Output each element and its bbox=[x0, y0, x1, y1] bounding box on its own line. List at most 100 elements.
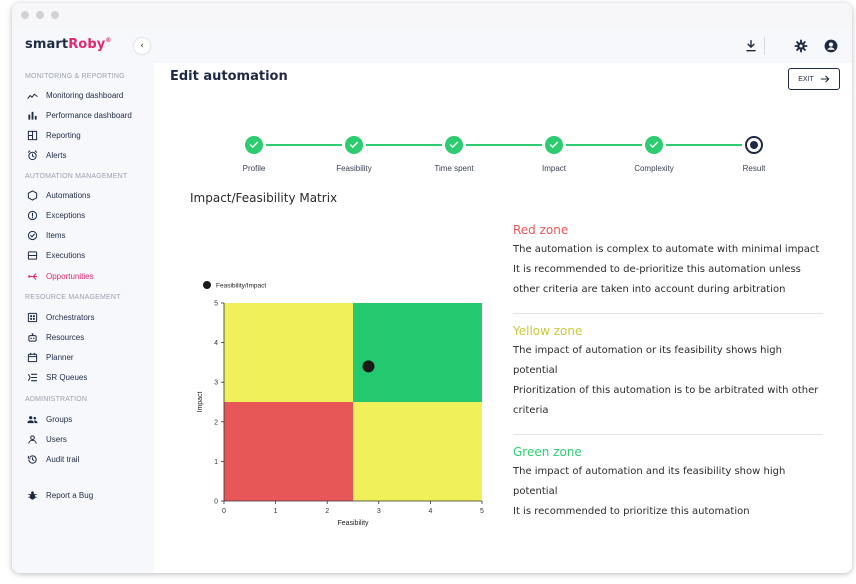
step-label: Feasibility bbox=[336, 164, 372, 173]
gear-icon[interactable] bbox=[794, 39, 808, 53]
check-icon bbox=[649, 141, 659, 148]
zone-description: Prioritization of this automation is to … bbox=[513, 385, 819, 416]
sidebar-collapse-button[interactable]: ‹ bbox=[134, 38, 150, 54]
page-title: Edit automation bbox=[170, 69, 288, 84]
step-result[interactable] bbox=[745, 136, 763, 154]
topbar-divider bbox=[764, 37, 765, 55]
step-connector bbox=[466, 144, 542, 146]
exit-button-label: EXIT bbox=[798, 75, 814, 83]
legend-marker bbox=[203, 281, 211, 289]
y-tick-label: 5 bbox=[214, 301, 218, 308]
bar-chart-icon bbox=[28, 111, 37, 120]
report-bug-label: Report a Bug bbox=[46, 490, 94, 500]
step-label: Impact bbox=[541, 164, 566, 173]
step-connector bbox=[666, 144, 742, 146]
sidebar-item-resources[interactable]: Resources bbox=[27, 329, 84, 345]
step-label: Result bbox=[742, 164, 766, 173]
sidebar-item-label: Automations bbox=[46, 190, 91, 200]
sidebar-item-users[interactable]: Users bbox=[27, 431, 67, 447]
sidebar-item-label: Resources bbox=[46, 332, 85, 342]
arrow-right-icon bbox=[820, 75, 830, 83]
zone-title-green-zone: Green zone bbox=[513, 445, 582, 459]
zone-divider bbox=[513, 313, 823, 314]
sidebar-item-executions[interactable]: Executions bbox=[27, 248, 85, 264]
robot-icon bbox=[28, 333, 37, 342]
chart-zone-1 bbox=[353, 303, 482, 402]
check-icon bbox=[449, 141, 459, 148]
step-impact[interactable] bbox=[545, 136, 563, 154]
x-tick-label: 0 bbox=[222, 508, 226, 515]
app-logo[interactable]: smartRoby® bbox=[25, 37, 111, 52]
server-icon bbox=[27, 251, 38, 261]
sidebar-item-label: Items bbox=[46, 231, 66, 241]
layout-icon bbox=[27, 130, 38, 141]
sidebar-section-title: MONITORING & REPORTING bbox=[25, 73, 125, 80]
report-bug-link[interactable]: Report a Bug bbox=[27, 487, 93, 503]
sidebar-item-performance-dashboard[interactable]: Performance dashboard bbox=[27, 107, 132, 123]
calendar-icon bbox=[27, 353, 38, 363]
sidebar-item-exceptions[interactable]: Exceptions bbox=[27, 207, 85, 223]
account-icon[interactable] bbox=[824, 39, 838, 53]
sidebar-item-orchestrators[interactable]: Orchestrators bbox=[27, 309, 94, 325]
app-window: smartRoby® ‹ MONITORING & REPORTING Monit… bbox=[12, 3, 852, 573]
sidebar-item-automations[interactable]: Automations bbox=[27, 187, 90, 203]
x-tick-label: 3 bbox=[377, 508, 381, 515]
y-tick-label: 0 bbox=[214, 499, 218, 506]
sidebar-item-audit-trail[interactable]: Audit trail bbox=[27, 452, 79, 468]
bug-icon bbox=[28, 490, 37, 500]
data-point-0-0 bbox=[362, 360, 375, 373]
sidebar-item-planner[interactable]: Planner bbox=[27, 350, 74, 366]
sidebar: smartRoby® ‹ MONITORING & REPORTING Monit… bbox=[12, 27, 154, 573]
exit-button[interactable]: EXIT bbox=[788, 68, 840, 90]
progress-stepper: Profile Feasibility Time spent Impact Comple… bbox=[154, 133, 852, 173]
y-tick-label: 3 bbox=[214, 380, 218, 387]
history-icon bbox=[27, 455, 37, 464]
hexagon-icon bbox=[27, 189, 38, 201]
window-titlebar bbox=[12, 3, 852, 27]
x-axis-label: Feasibility bbox=[337, 520, 369, 527]
sidebar-item-label: Monitoring dashboard bbox=[46, 90, 124, 100]
zone-title-yellow-zone: Yellow zone bbox=[513, 324, 583, 338]
step-time-spent[interactable] bbox=[445, 136, 463, 154]
sidebar-item-label: Users bbox=[46, 434, 67, 444]
chart-zone-2 bbox=[224, 402, 353, 501]
sidebar-item-label: Opportunities bbox=[46, 271, 94, 281]
chart-zone-0 bbox=[224, 303, 353, 402]
sidebar-item-groups[interactable]: Groups bbox=[27, 411, 72, 427]
window-maximize-dot[interactable] bbox=[51, 11, 59, 19]
step-label: Profile bbox=[242, 164, 266, 173]
download-icon[interactable] bbox=[744, 39, 758, 53]
y-tick-label: 2 bbox=[214, 419, 218, 426]
sidebar-item-sr-queues[interactable]: SR Queues bbox=[27, 370, 87, 386]
y-axis-label: Impact bbox=[197, 391, 204, 412]
sidebar-item-label: Executions bbox=[46, 251, 86, 261]
check-icon bbox=[249, 141, 259, 148]
sidebar-item-reporting[interactable]: Reporting bbox=[27, 128, 81, 144]
sidebar-item-opportunities[interactable]: Opportunities bbox=[27, 268, 94, 284]
zone-divider bbox=[513, 434, 823, 435]
sidebar-item-items[interactable]: Items bbox=[27, 228, 66, 244]
step-profile[interactable] bbox=[245, 136, 263, 154]
check-icon bbox=[549, 141, 559, 148]
step-feasibility[interactable] bbox=[345, 136, 363, 154]
sidebar-section-title: ADMINISTRATION bbox=[25, 396, 88, 403]
sidebar-item-label: Planner bbox=[46, 353, 74, 363]
sidebar-item-label: SR Queues bbox=[46, 373, 88, 383]
sidebar-item-monitoring-dashboard[interactable]: Monitoring dashboard bbox=[27, 87, 123, 103]
sidebar-item-label: Exceptions bbox=[46, 210, 86, 220]
chart-zone-3 bbox=[353, 402, 482, 501]
window-close-dot[interactable] bbox=[21, 11, 29, 19]
main-content: Edit automation EXIT Profile Feasibility T… bbox=[154, 63, 852, 573]
y-tick-label: 4 bbox=[214, 340, 218, 347]
sidebar-section-title: AUTOMATION MANAGEMENT bbox=[25, 173, 128, 180]
y-tick-label: 1 bbox=[214, 459, 218, 466]
step-label: Complexity bbox=[634, 164, 674, 173]
step-connector bbox=[366, 144, 442, 146]
zone-description: It is recommended to de-prioritize this … bbox=[513, 264, 801, 295]
window-minimize-dot[interactable] bbox=[36, 11, 44, 19]
step-complexity[interactable] bbox=[645, 136, 663, 154]
sidebar-item-alerts[interactable]: Alerts bbox=[27, 148, 66, 164]
step-connector bbox=[566, 144, 642, 146]
x-tick-label: 5 bbox=[480, 508, 484, 515]
x-tick-label: 1 bbox=[274, 508, 278, 515]
